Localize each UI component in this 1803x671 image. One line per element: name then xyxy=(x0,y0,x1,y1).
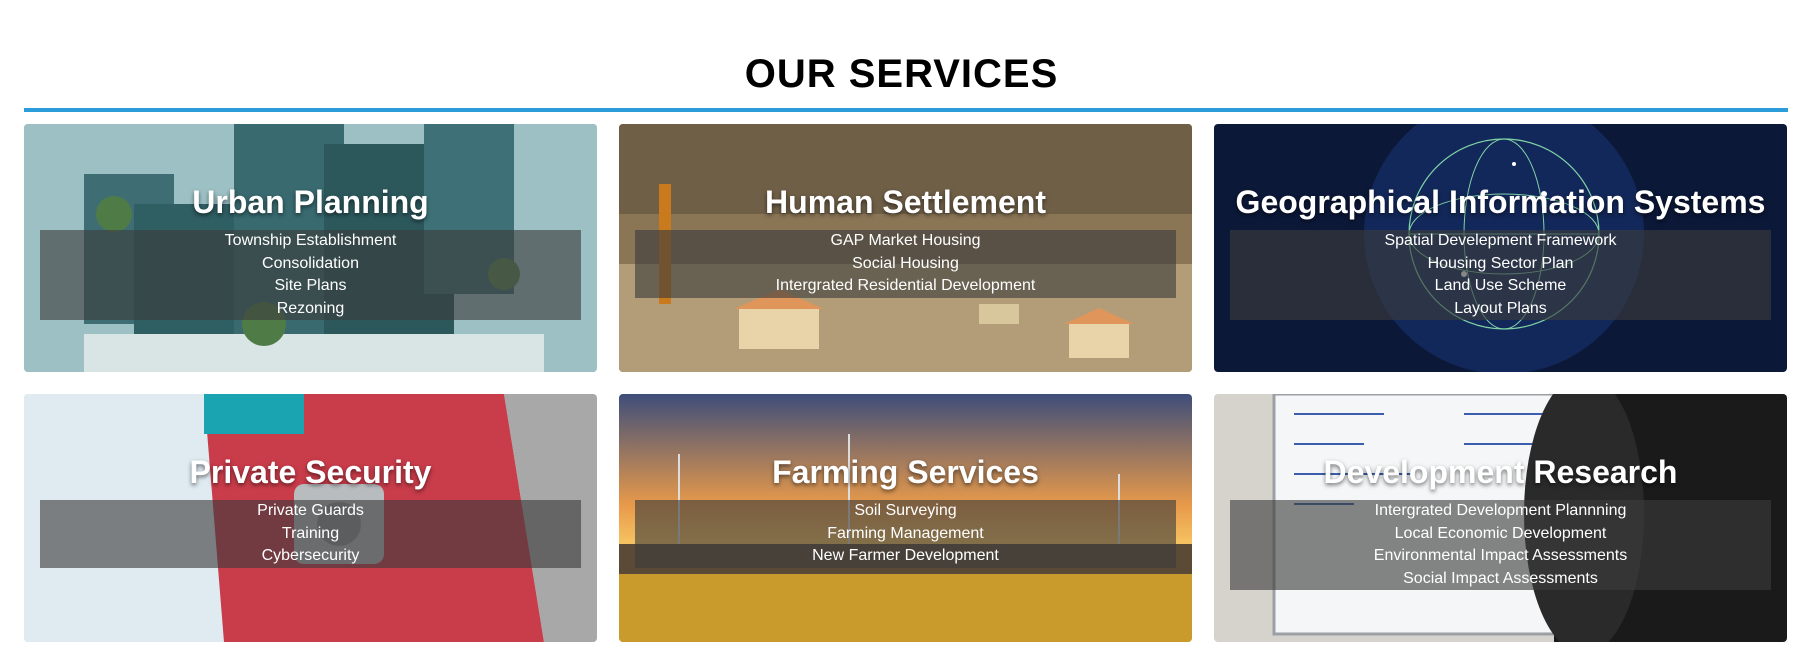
card-title: Farming Services xyxy=(772,454,1039,490)
card-title: Human Settlement xyxy=(765,184,1046,220)
card-list-panel: Intergrated Development Plannning Local … xyxy=(1230,500,1771,591)
list-item: Cybersecurity xyxy=(261,547,360,565)
services-header: OUR SERVICES xyxy=(0,0,1803,120)
list-item: Township Establishment xyxy=(224,232,397,249)
card-title: Development Research xyxy=(1323,454,1678,490)
list-item: Soil Surveying xyxy=(854,502,957,519)
service-card-gis[interactable]: Geographical Information Systems Spatial… xyxy=(1214,124,1787,372)
service-card-development-research[interactable]: Development Research Intergrated Develop… xyxy=(1214,394,1787,642)
card-title: Urban Planning xyxy=(192,184,429,220)
services-grid: Urban Planning Township Establishment Co… xyxy=(24,124,1788,644)
service-card-urban-planning[interactable]: Urban Planning Township Establishment Co… xyxy=(24,124,597,372)
list-item: Layout Plans xyxy=(1454,299,1547,317)
list-item: Intergrated Development Plannning xyxy=(1374,502,1627,519)
card-list-panel: Spatial Develepment Framework Housing Se… xyxy=(1230,230,1771,321)
list-item: Intergrated Residential Development xyxy=(775,277,1036,295)
list-item: GAP Market Housing xyxy=(830,232,981,249)
list-item: Training xyxy=(281,524,340,542)
list-item: Land Use Scheme xyxy=(1434,277,1567,295)
list-item: Environmental Impact Assessments xyxy=(1373,547,1628,565)
list-item: Social Impact Assessments xyxy=(1403,569,1598,587)
list-item: Site Plans xyxy=(274,277,347,295)
list-item: Housing Sector Plan xyxy=(1427,254,1574,272)
list-item: Consolidation xyxy=(262,254,359,272)
list-item: New Farmer Development xyxy=(812,547,999,565)
title-divider xyxy=(24,108,1788,112)
list-item: Rezoning xyxy=(276,299,345,317)
service-card-human-settlement[interactable]: Human Settlement GAP Market Housing Soci… xyxy=(619,124,1192,372)
list-item: Local Economic Development xyxy=(1394,524,1607,542)
page-title: OUR SERVICES xyxy=(744,52,1059,96)
card-title: Private Security xyxy=(189,454,432,490)
card-list-panel: Soil Surveying Farming Management New Fa… xyxy=(635,500,1176,568)
card-title: Geographical Information Systems xyxy=(1235,184,1766,220)
list-item: Spatial Develepment Framework xyxy=(1384,232,1617,249)
list-item: Social Housing xyxy=(852,254,959,272)
card-list-panel: GAP Market Housing Social Housing Interg… xyxy=(635,230,1176,298)
service-card-private-security[interactable]: Private Security Private Guards Training… xyxy=(24,394,597,642)
list-item: Private Guards xyxy=(257,502,364,519)
card-list-panel: Township Establishment Consolidation Sit… xyxy=(40,230,581,321)
service-card-farming-services[interactable]: Farming Services Soil Surveying Farming … xyxy=(619,394,1192,642)
list-item: Farming Management xyxy=(827,524,984,542)
card-list-panel: Private Guards Training Cybersecurity xyxy=(40,500,581,568)
